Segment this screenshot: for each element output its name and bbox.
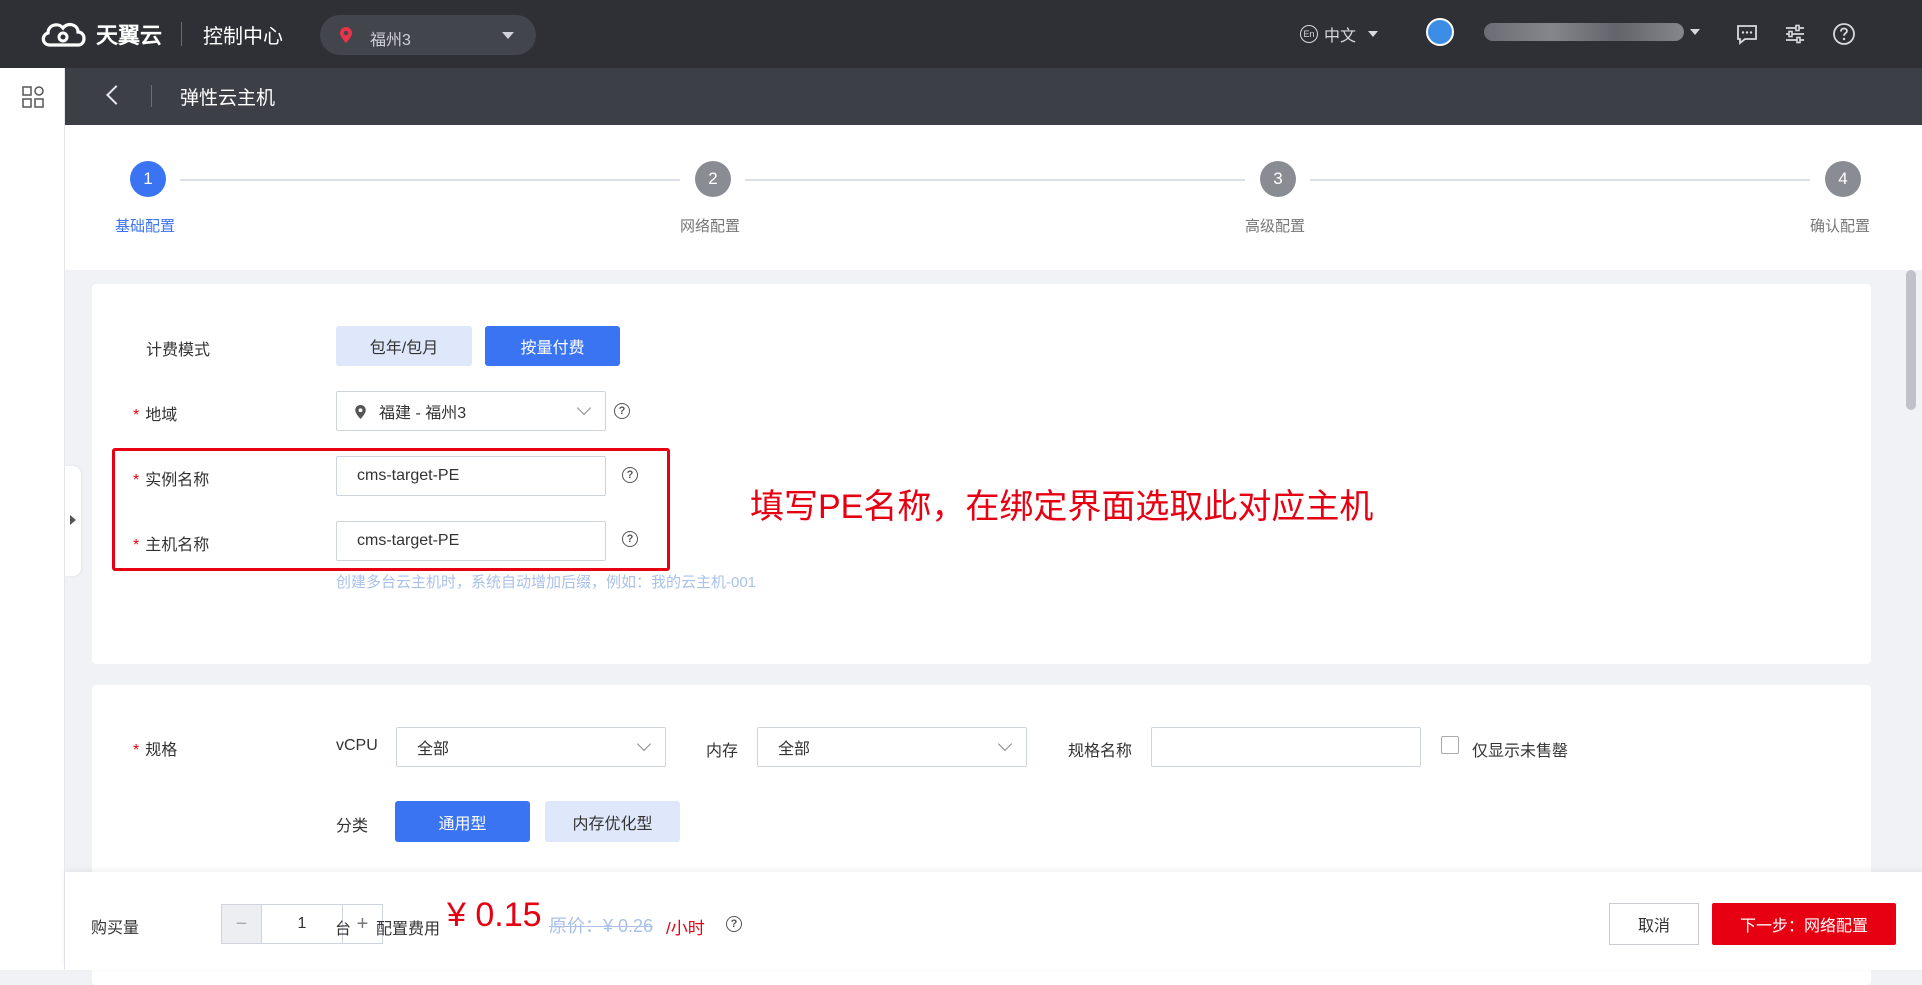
divider: [151, 85, 152, 107]
chevron-down-icon: [1690, 29, 1700, 35]
settings-sliders-icon[interactable]: [1783, 22, 1807, 46]
step-connector: [1310, 179, 1810, 181]
step-2-label: 网络配置: [680, 218, 741, 235]
step-1-label: 基础配置: [115, 218, 176, 235]
help-icon[interactable]: ?: [726, 916, 742, 932]
help-icon[interactable]: ?: [614, 403, 630, 419]
page-title: 弹性云主机: [180, 88, 276, 109]
chevron-down-icon: [636, 736, 652, 752]
console-title[interactable]: 控制中心: [203, 20, 283, 49]
scrollbar[interactable]: [1906, 270, 1916, 410]
region-field-label: * 地域: [133, 407, 178, 424]
memory-label: 内存: [706, 743, 739, 760]
next-step-button[interactable]: 下一步：网络配置: [1712, 903, 1896, 945]
cloud-logo-icon: [41, 22, 86, 47]
chevron-down-icon: [997, 736, 1013, 752]
step-connector: [180, 179, 680, 181]
price-value: ¥ 0.15: [447, 896, 542, 934]
region-select[interactable]: 福建 - 福州3: [336, 391, 606, 431]
vcpu-select[interactable]: 全部: [396, 727, 666, 767]
back-arrow-icon[interactable]: [106, 85, 126, 105]
show-unsold-checkbox[interactable]: [1441, 736, 1459, 754]
region-label: 福州3: [370, 32, 411, 49]
step-4-circle: 4: [1825, 161, 1861, 197]
language-label: 中文: [1324, 28, 1357, 45]
language-selector[interactable]: En 中文: [1300, 22, 1379, 46]
unit-label: 台: [335, 921, 352, 938]
help-icon[interactable]: [1832, 22, 1856, 46]
step-3-circle: 3: [1260, 161, 1296, 197]
quantity-label: 购买量: [91, 920, 140, 937]
chevron-down-icon: [502, 32, 514, 39]
purchase-bar: 购买量 − 1 + 台 配置费用 ¥ 0.15 原价：¥ 0.26 /小时 ? …: [65, 872, 1922, 970]
billing-mode-label: 计费模式: [146, 342, 211, 359]
category-general-button[interactable]: 通用型: [395, 801, 530, 842]
region-selector[interactable]: 福州3: [320, 15, 536, 55]
memory-select-value: 全部: [778, 741, 811, 758]
spec-name-search-input[interactable]: [1151, 727, 1421, 767]
category-memory-button[interactable]: 内存优化型: [545, 801, 680, 842]
quantity-stepper: − 1 +: [221, 904, 383, 944]
annotation-text: 填写PE名称，在绑定界面选取此对应主机: [750, 488, 1374, 526]
left-rail: [0, 68, 65, 970]
step-connector: [745, 179, 1245, 181]
annotation-highlight-box: [112, 448, 670, 571]
original-price: 原价：¥ 0.26: [549, 916, 654, 936]
cancel-button[interactable]: 取消: [1609, 903, 1699, 945]
vcpu-select-value: 全部: [417, 741, 450, 758]
quantity-input[interactable]: 1: [262, 905, 342, 943]
hostname-hint: 创建多台云主机时，系统自动增加后缀，例如：我的云主机-001: [336, 574, 757, 591]
brand-logo[interactable]: 天翼云: [38, 18, 162, 50]
user-menu[interactable]: [1426, 18, 1700, 46]
memory-select[interactable]: 全部: [757, 727, 1027, 767]
divider: [181, 22, 182, 46]
step-2-circle: 2: [695, 161, 731, 197]
step-1-circle: 1: [130, 161, 166, 197]
chevron-right-icon: [70, 515, 76, 525]
avatar: [1426, 18, 1454, 46]
vcpu-label: vCPU: [336, 737, 378, 754]
spec-label: * 规格: [133, 742, 178, 759]
category-label: 分类: [336, 818, 369, 835]
price-unit: /小时: [666, 919, 705, 938]
chevron-down-icon: [576, 400, 592, 416]
sidebar-toggle[interactable]: [65, 466, 81, 576]
page-header: 弹性云主机: [65, 68, 1922, 125]
billing-yearly-button[interactable]: 包年/包月: [336, 326, 472, 366]
message-icon[interactable]: [1735, 22, 1759, 46]
brand-name: 天翼云: [96, 23, 163, 48]
top-bar: 天翼云 控制中心 福州3 En 中文: [0, 0, 1922, 68]
spec-name-label: 规格名称: [1068, 743, 1133, 760]
billing-usage-button[interactable]: 按量付费: [485, 326, 620, 366]
step-4-label: 确认配置: [1810, 218, 1871, 235]
chevron-down-icon: [1368, 31, 1379, 37]
location-pin-icon: [340, 27, 352, 43]
step-3-label: 高级配置: [1245, 218, 1306, 235]
cost-label: 配置费用: [376, 921, 441, 938]
location-pin-icon: [355, 405, 366, 419]
quantity-decrement-button[interactable]: −: [222, 905, 262, 943]
show-unsold-label: 仅显示未售罄: [1472, 743, 1569, 760]
step-indicator: 1 基础配置 2 网络配置 3 高级配置 4 确认配置: [65, 125, 1922, 270]
region-select-value: 福建 - 福州3: [379, 405, 467, 422]
language-icon: En: [1300, 25, 1318, 43]
username-redacted: [1484, 23, 1684, 41]
apps-grid-icon[interactable]: [22, 86, 44, 108]
